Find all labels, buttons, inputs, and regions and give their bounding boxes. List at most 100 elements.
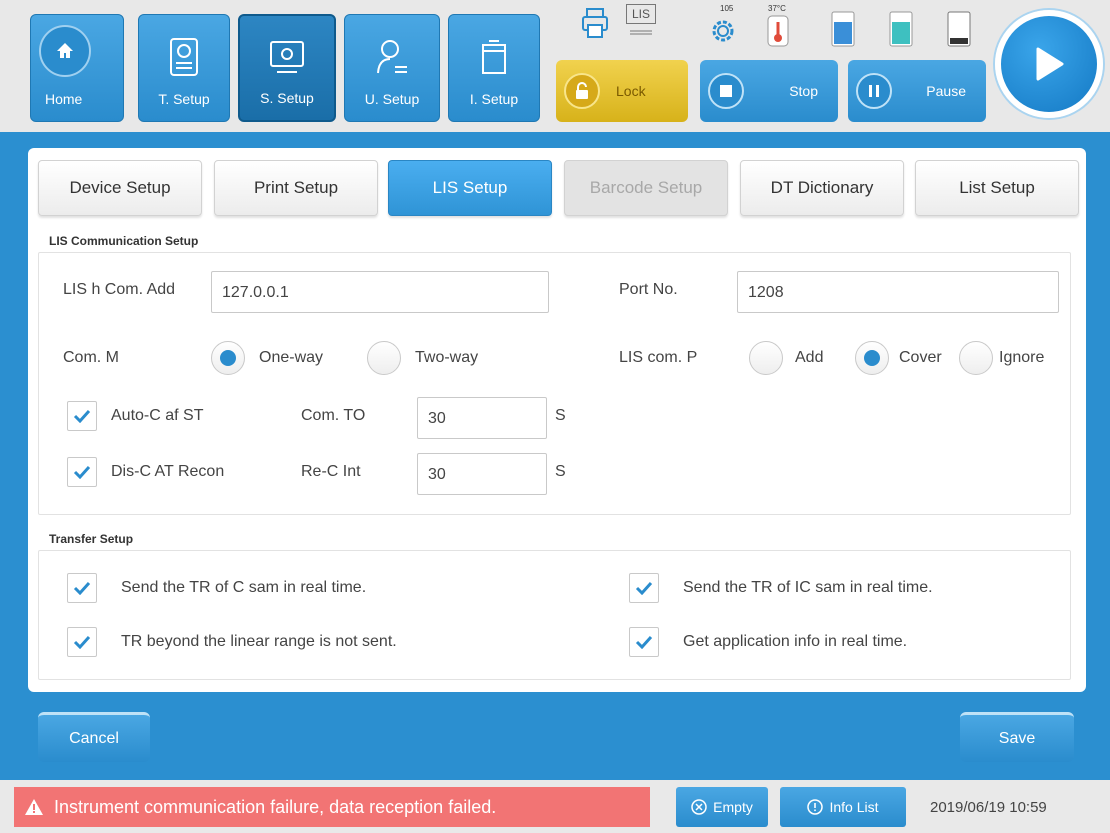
pause-button[interactable]: Pause — [848, 60, 986, 122]
lis-section-title: LIS Communication Setup — [49, 234, 199, 248]
stop-button[interactable]: Stop — [700, 60, 838, 122]
user-setup-icon — [375, 37, 409, 80]
play-icon — [1036, 47, 1064, 81]
host-label: LIS h Com. Add — [63, 281, 176, 298]
run-button[interactable] — [995, 10, 1103, 118]
clear-icon — [691, 799, 707, 815]
lis-communication-group: LIS h Com. Add 127.0.0.1 Port No. 1208 C… — [38, 252, 1071, 515]
i-setup-button[interactable]: I. Setup — [448, 14, 540, 122]
lock-icon — [564, 73, 600, 109]
thermometer-icon — [766, 14, 790, 53]
tab-print-setup[interactable]: Print Setup — [214, 160, 378, 216]
port-input[interactable]: 1208 — [737, 271, 1059, 313]
transfer-group: Send the TR of C sam in real time. Send … — [38, 550, 1071, 680]
home-label: Home — [45, 91, 83, 107]
cancel-button[interactable]: Cancel — [38, 712, 150, 762]
lis-setup-panel: Device Setup Print Setup LIS Setup Barco… — [28, 148, 1086, 692]
stop-label: Stop — [789, 83, 818, 99]
save-button[interactable]: Save — [960, 712, 1074, 762]
top-toolbar: Home T. Setup S. Setup U. Setup I. Setup… — [0, 0, 1110, 132]
temperature-value: 37°C — [768, 4, 786, 13]
mode-oneway-radio[interactable] — [211, 341, 245, 375]
u-setup-label: U. Setup — [364, 91, 420, 107]
send-ic-samples-label: Send the TR of IC sam in real time. — [683, 579, 933, 596]
send-c-samples-checkbox[interactable] — [67, 573, 97, 603]
s-setup-label: S. Setup — [260, 90, 314, 106]
reagent-bottle-icon — [830, 10, 856, 53]
disconnect-checkbox[interactable] — [67, 457, 97, 487]
alert-text: Instrument communication failure, data r… — [54, 796, 497, 817]
waste-bottle-icon — [946, 10, 972, 53]
policy-cover-radio[interactable] — [855, 341, 889, 375]
i-setup-label: I. Setup — [469, 91, 519, 107]
lock-button[interactable]: Lock — [556, 60, 688, 122]
lis-status-icon: LIS — [626, 4, 656, 42]
reconnect-input[interactable]: 30 — [417, 453, 547, 495]
tab-list-setup[interactable]: List Setup — [915, 160, 1079, 216]
linear-range-checkbox[interactable] — [67, 627, 97, 657]
app-info-checkbox[interactable] — [629, 627, 659, 657]
tab-lis-setup[interactable]: LIS Setup — [388, 160, 552, 216]
reconnect-unit: S — [555, 463, 566, 480]
u-setup-button[interactable]: U. Setup — [344, 14, 440, 122]
t-setup-button[interactable]: T. Setup — [138, 14, 230, 122]
home-icon — [39, 25, 91, 77]
system-setup-icon — [267, 38, 307, 81]
policy-add-label: Add — [795, 349, 824, 366]
send-c-samples-label: Send the TR of C sam in real time. — [121, 579, 367, 596]
alert-message[interactable]: Instrument communication failure, data r… — [14, 787, 650, 827]
timeout-unit: S — [555, 407, 566, 424]
policy-ignore-radio[interactable] — [959, 341, 993, 375]
policy-label: LIS com. P — [619, 349, 698, 366]
auto-connect-label: Auto-C af ST — [111, 407, 204, 424]
gear-value: 105 — [720, 4, 734, 13]
empty-label: Empty — [713, 799, 753, 815]
auto-connect-checkbox[interactable] — [67, 401, 97, 431]
mode-twoway-label: Two-way — [415, 349, 479, 366]
send-ic-samples-checkbox[interactable] — [629, 573, 659, 603]
tab-device-setup[interactable]: Device Setup — [38, 160, 202, 216]
datetime: 2019/06/19 10:59 — [930, 799, 1047, 816]
checkmark-icon — [73, 581, 91, 595]
tab-dt-dictionary[interactable]: DT Dictionary — [740, 160, 904, 216]
port-label: Port No. — [619, 281, 678, 298]
info-list-button[interactable]: Info List — [780, 787, 906, 827]
mode-oneway-label: One-way — [259, 349, 324, 366]
pause-icon — [856, 73, 892, 109]
checkmark-icon — [73, 409, 91, 423]
policy-cover-label: Cover — [899, 349, 942, 366]
linear-range-label: TR beyond the linear range is not sent. — [121, 633, 397, 650]
home-button[interactable]: Home — [30, 14, 124, 122]
t-setup-label: T. Setup — [158, 91, 210, 107]
instrument-setup-icon — [479, 37, 509, 80]
info-icon — [807, 799, 824, 815]
timeout-label: Com. TO — [301, 407, 366, 424]
host-address-input[interactable]: 127.0.0.1 — [211, 271, 549, 313]
stop-icon — [708, 73, 744, 109]
mode-twoway-radio[interactable] — [367, 341, 401, 375]
pause-label: Pause — [926, 83, 966, 99]
reconnect-label: Re-C Int — [301, 463, 361, 480]
lis-status-label: LIS — [626, 4, 656, 24]
checkmark-icon — [635, 635, 653, 649]
printer-icon — [580, 6, 610, 47]
status-bar: Instrument communication failure, data r… — [0, 780, 1110, 833]
test-setup-icon — [169, 37, 199, 80]
tab-barcode-setup: Barcode Setup — [564, 160, 728, 216]
checkmark-icon — [73, 465, 91, 479]
s-setup-button[interactable]: S. Setup — [238, 14, 336, 122]
timeout-input[interactable]: 30 — [417, 397, 547, 439]
warning-icon — [25, 799, 43, 815]
lock-label: Lock — [616, 83, 646, 99]
policy-ignore-label: Ignore — [999, 349, 1045, 366]
transfer-section-title: Transfer Setup — [49, 532, 134, 546]
app-info-label: Get application info in real time. — [683, 633, 908, 650]
empty-button[interactable]: Empty — [676, 787, 768, 827]
disconnect-label: Dis-C AT Recon — [111, 463, 225, 480]
mode-label: Com. M — [63, 349, 119, 366]
policy-add-radio[interactable] — [749, 341, 783, 375]
gear-icon — [708, 16, 738, 51]
checkmark-icon — [635, 581, 653, 595]
checkmark-icon — [73, 635, 91, 649]
info-list-label: Info List — [829, 799, 879, 815]
